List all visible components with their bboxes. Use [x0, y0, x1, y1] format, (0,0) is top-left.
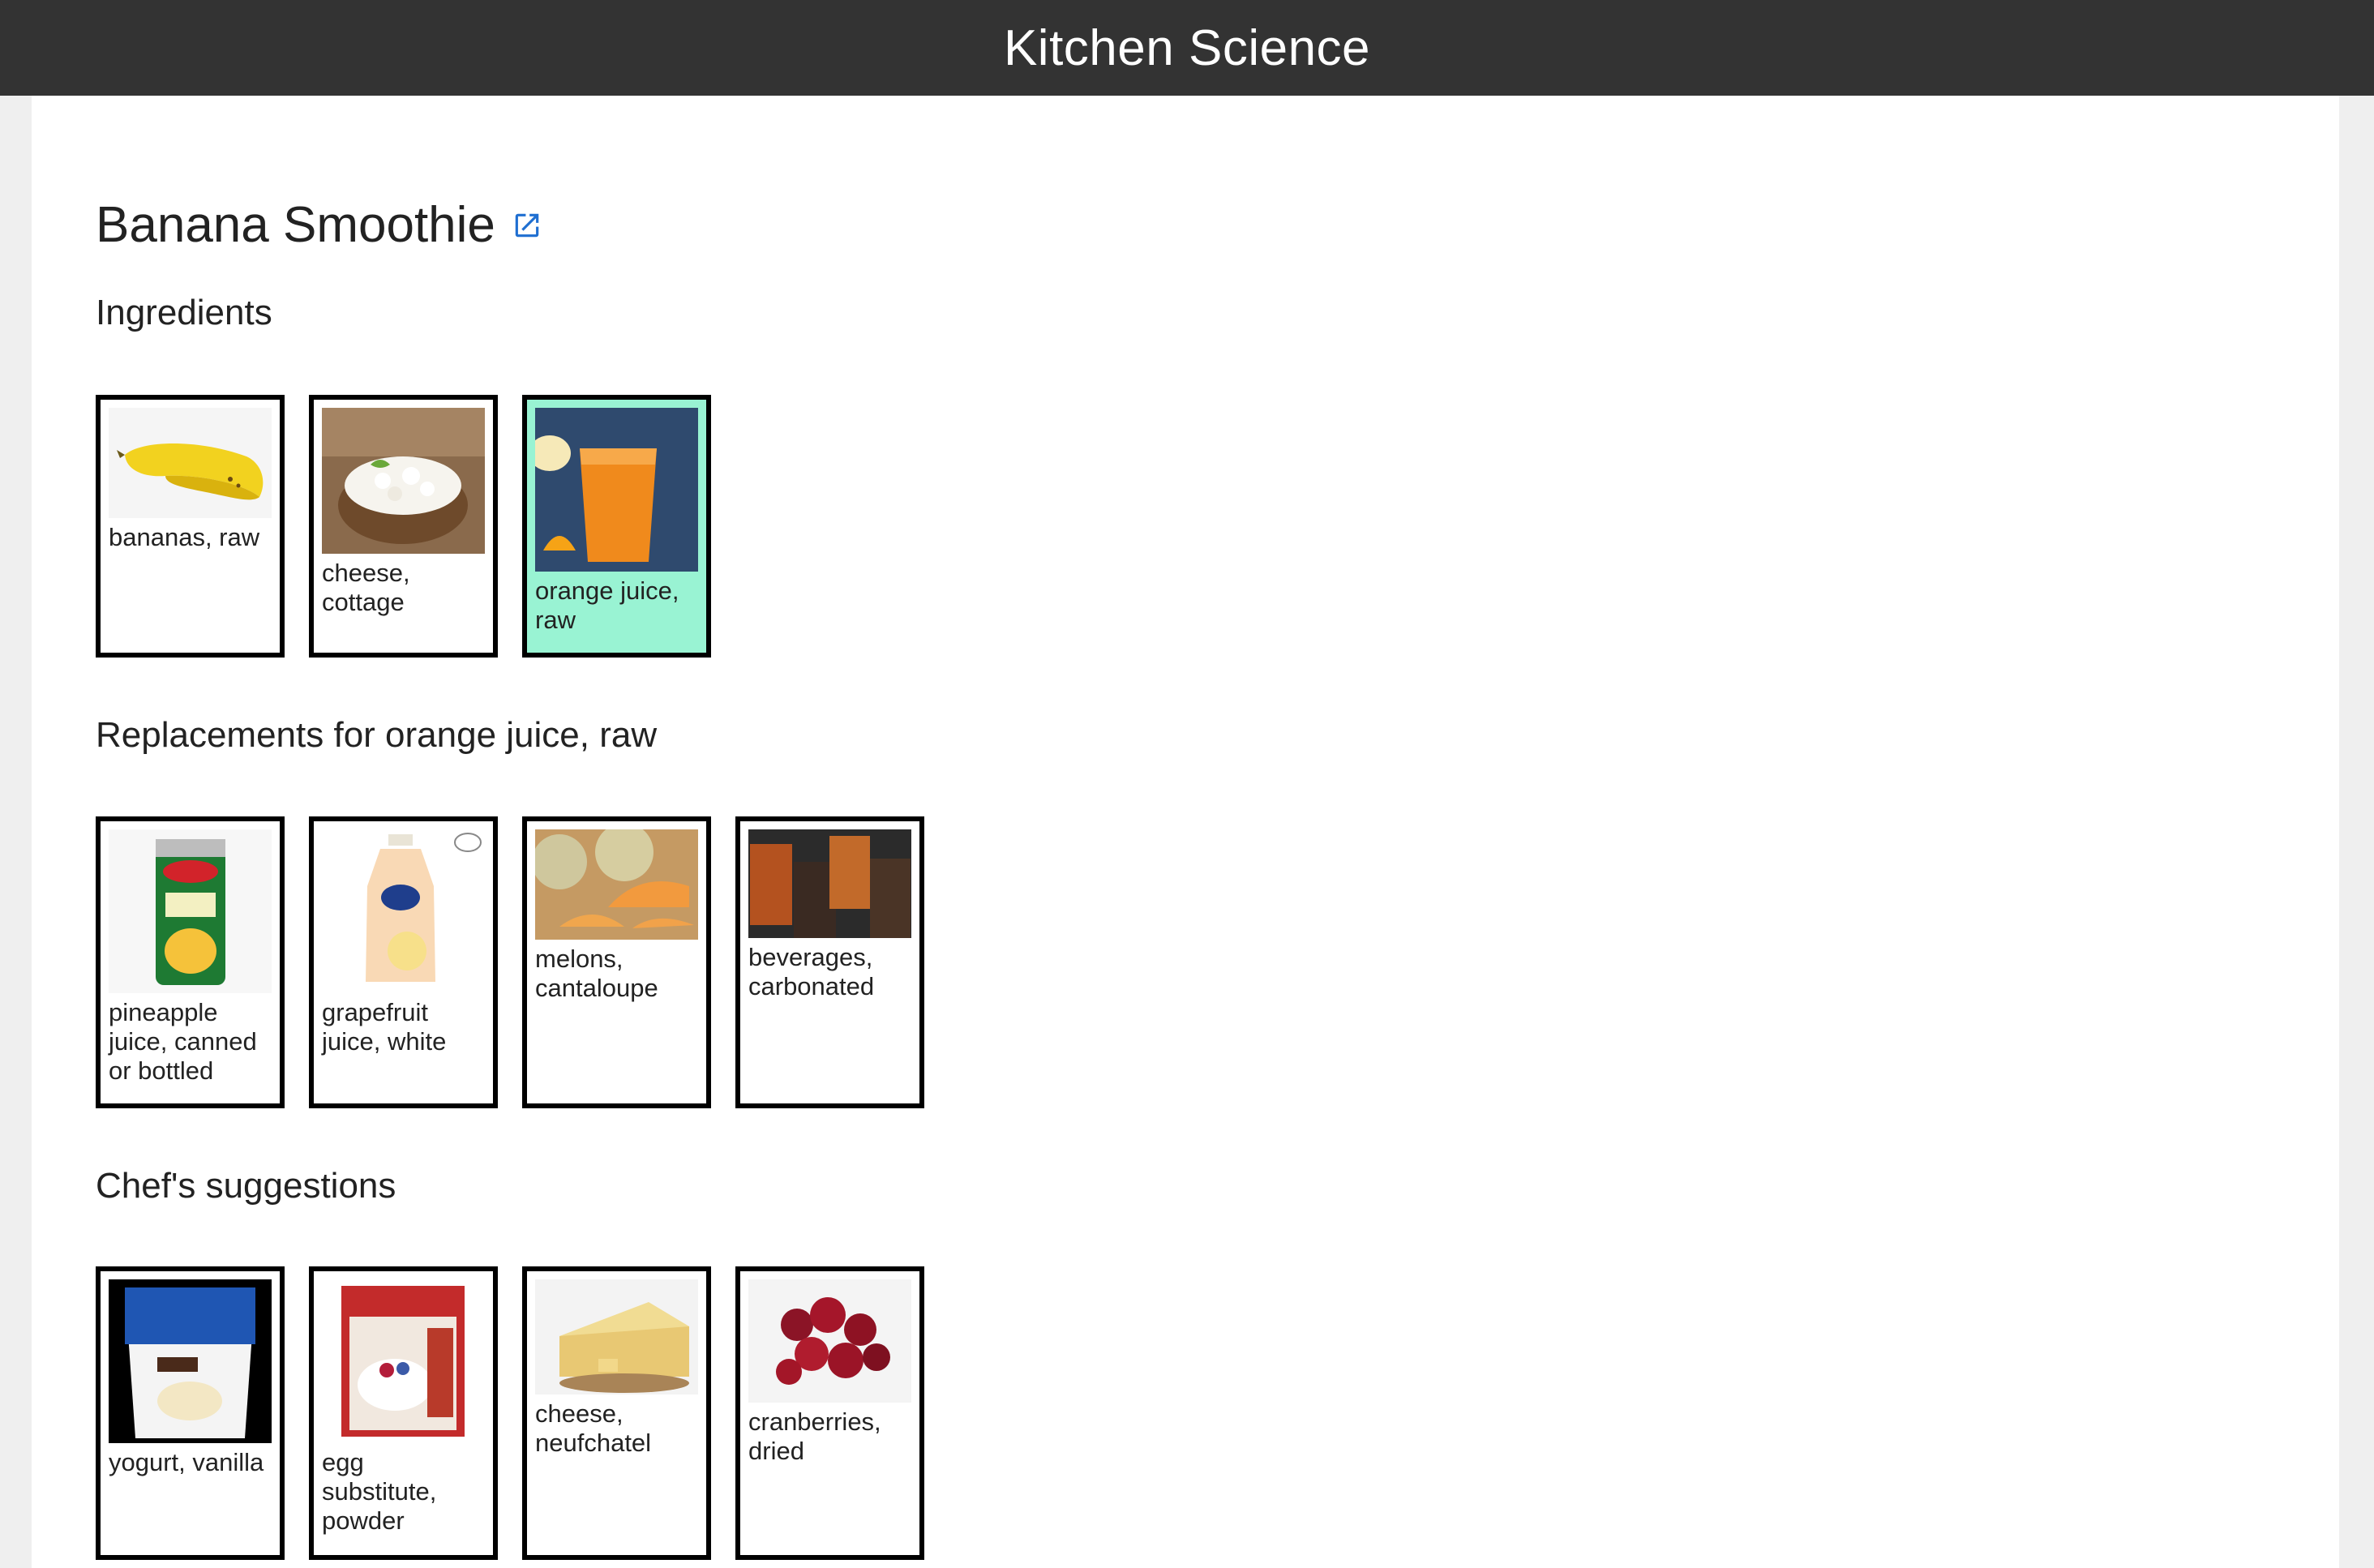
card-label: cranberries, dried: [748, 1407, 881, 1465]
main-panel: Banana Smoothie Ingredients bananas, raw: [32, 96, 2339, 1568]
replacement-card-carbonated-beverages[interactable]: beverages, carbonated: [735, 816, 924, 1108]
orange-juice-image: [535, 408, 698, 572]
carbonated-drinks-image: [748, 829, 911, 938]
ingredient-card-bananas[interactable]: bananas, raw: [96, 395, 285, 658]
suggestion-card-egg-substitute[interactable]: egg substitute, powder: [309, 1266, 498, 1560]
recipe-title: Banana Smoothie: [96, 196, 542, 254]
card-label: cheese, neufchatel: [535, 1399, 652, 1457]
card-label: pineapple juice, canned or bottled: [109, 998, 257, 1085]
top-bar: Kitchen Science: [0, 0, 2374, 96]
replacement-card-grapefruit-juice[interactable]: grapefruit juice, white: [309, 816, 498, 1108]
pineapple-juice-can-image: [109, 829, 272, 993]
vanilla-yogurt-cup-image: [109, 1279, 272, 1443]
replacement-card-pineapple-juice[interactable]: pineapple juice, canned or bottled: [96, 816, 285, 1108]
card-label: cheese, cottage: [322, 559, 410, 616]
external-link-icon[interactable]: [512, 210, 542, 241]
ingredient-card-cottage-cheese[interactable]: cheese, cottage: [309, 395, 498, 658]
card-label: yogurt, vanilla: [109, 1448, 264, 1476]
banana-image: [109, 408, 272, 518]
card-label: egg substitute, powder: [322, 1448, 437, 1535]
replacements-heading: Replacements for orange juice, raw: [96, 715, 658, 755]
suggestion-card-vanilla-yogurt[interactable]: yogurt, vanilla: [96, 1266, 285, 1560]
ingredient-card-orange-juice[interactable]: orange juice, raw: [522, 395, 711, 658]
suggestion-card-dried-cranberries[interactable]: cranberries, dried: [735, 1266, 924, 1560]
cranberries-image: [748, 1279, 911, 1403]
neufchatel-cheese-image: [535, 1279, 698, 1394]
card-label: beverages, carbonated: [748, 943, 875, 1000]
recipe-title-text: Banana Smoothie: [96, 197, 495, 253]
replacements-row: pineapple juice, canned or bottled grape…: [96, 816, 924, 1108]
suggestion-card-neufchatel-cheese[interactable]: cheese, neufchatel: [522, 1266, 711, 1560]
card-label: orange juice, raw: [535, 576, 679, 634]
grapefruit-juice-bottle-image: [322, 829, 485, 993]
suggestions-heading: Chef's suggestions: [96, 1166, 396, 1206]
app-title: Kitchen Science: [1003, 19, 1371, 76]
card-label: grapefruit juice, white: [322, 998, 447, 1056]
ingredients-heading: Ingredients: [96, 293, 272, 332]
suggestions-row: yogurt, vanilla egg substitute, powder c…: [96, 1266, 924, 1560]
card-label: bananas, raw: [109, 523, 260, 551]
card-label: melons, cantaloupe: [535, 945, 658, 1002]
replacement-card-cantaloupe[interactable]: melons, cantaloupe: [522, 816, 711, 1108]
egg-substitute-box-image: [322, 1279, 485, 1443]
ingredients-row: bananas, raw cheese, cottage orange juic…: [96, 395, 711, 658]
cottage-cheese-image: [322, 408, 485, 554]
cantaloupe-image: [535, 829, 698, 940]
